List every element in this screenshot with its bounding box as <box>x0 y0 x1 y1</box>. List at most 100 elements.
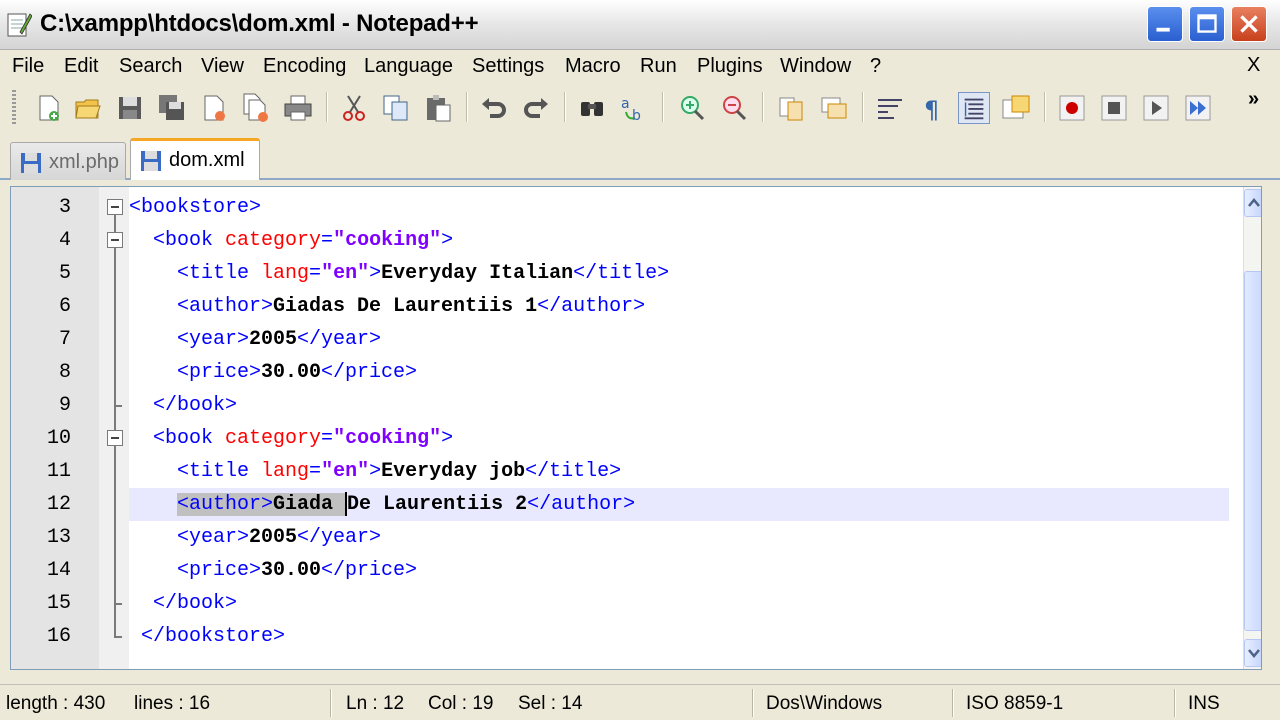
menu-window[interactable]: Window <box>780 55 851 78</box>
code-line[interactable]: <author>Giada De Laurentiis 2</author> <box>129 488 1229 521</box>
code-line[interactable]: <bookstore> <box>129 191 1229 224</box>
close-document-button[interactable]: X <box>1247 54 1260 77</box>
code-line[interactable]: <title lang="en">Everyday Italian</title… <box>129 257 1229 290</box>
word-wrap-icon[interactable] <box>874 92 906 124</box>
replace-icon[interactable]: ab <box>618 92 650 124</box>
code-token: </author> <box>527 493 636 516</box>
paste-icon[interactable] <box>422 92 454 124</box>
code-line[interactable]: </book> <box>129 587 1229 620</box>
close-all-icon[interactable] <box>240 92 272 124</box>
toolbar-separator <box>326 92 328 122</box>
open-file-icon[interactable] <box>72 92 104 124</box>
code-token: > <box>441 427 454 450</box>
new-file-icon[interactable] <box>32 92 64 124</box>
code-editor[interactable]: 3 4 5 6 7 8 9 10 11 12 13 14 15 16 <bookstore> <book … <box>10 186 1262 670</box>
code-token: = <box>309 460 322 483</box>
scroll-down-button[interactable] <box>1244 639 1261 667</box>
redo-icon[interactable] <box>520 92 552 124</box>
undo-icon[interactable] <box>478 92 510 124</box>
code-line[interactable]: <author>Giadas De Laurentiis 1</author> <box>129 290 1229 323</box>
code-line[interactable]: <year>2005</year> <box>129 323 1229 356</box>
fold-guide <box>114 636 122 638</box>
menu-macro[interactable]: Macro <box>565 55 621 78</box>
code-token: </year> <box>297 328 382 351</box>
save-all-icon[interactable] <box>156 92 188 124</box>
playback-icon[interactable] <box>1140 92 1172 124</box>
minimize-button[interactable] <box>1147 6 1183 42</box>
tab-xml-php[interactable]: xml.php <box>10 142 126 180</box>
tab-label: xml.php <box>49 151 120 173</box>
scroll-thumb[interactable] <box>1244 271 1261 631</box>
line-number-gutter: 3 4 5 6 7 8 9 10 11 12 13 14 15 16 <box>11 187 99 669</box>
code-area[interactable]: <bookstore> <book category="cooking"> <t… <box>129 187 1229 669</box>
status-lines: lines : 16 <box>134 693 211 714</box>
code-line[interactable]: <price>30.00</price> <box>129 356 1229 389</box>
vertical-scrollbar[interactable] <box>1243 187 1261 669</box>
code-line[interactable]: <year>2005</year> <box>129 521 1229 554</box>
save-icon[interactable] <box>114 92 146 124</box>
code-token: <price> <box>177 361 262 384</box>
chevron-up-icon <box>1248 198 1260 207</box>
copy-icon[interactable] <box>380 92 412 124</box>
menu-plugins[interactable]: Plugins <box>697 55 763 78</box>
menu-search[interactable]: Search <box>119 55 182 78</box>
line-number: 11 <box>46 460 71 483</box>
code-token: </title> <box>573 262 670 285</box>
cut-icon[interactable] <box>338 92 370 124</box>
code-line[interactable]: <book category="cooking"> <box>129 224 1229 257</box>
close-window-button[interactable] <box>1231 6 1267 42</box>
stop-recording-icon[interactable] <box>1098 92 1130 124</box>
menu-run[interactable]: Run <box>640 55 677 78</box>
code-token: <price> <box>177 559 262 582</box>
code-token: "en" <box>321 262 370 285</box>
code-token: = <box>321 229 334 252</box>
sync-vertical-scroll-icon[interactable] <box>776 92 808 124</box>
maximize-button[interactable] <box>1189 6 1225 42</box>
menu-language[interactable]: Language <box>364 55 453 78</box>
code-line[interactable]: <title lang="en">Everyday job</title> <box>129 455 1229 488</box>
code-token: 30.00 <box>261 559 322 582</box>
tab-dom-xml[interactable]: dom.xml <box>130 138 260 180</box>
find-icon[interactable] <box>576 92 608 124</box>
indent-guide-icon[interactable] <box>958 92 990 124</box>
start-recording-icon[interactable] <box>1056 92 1088 124</box>
user-defined-language-icon[interactable] <box>1000 92 1032 124</box>
line-number: 14 <box>46 559 71 582</box>
scroll-up-button[interactable] <box>1244 189 1261 217</box>
chevron-down-icon <box>1248 649 1260 658</box>
toolbar-overflow-button[interactable]: » <box>1248 88 1259 111</box>
code-line[interactable]: <price>30.00</price> <box>129 554 1229 587</box>
zoom-in-icon[interactable] <box>676 92 708 124</box>
menu-settings[interactable]: Settings <box>472 55 544 78</box>
toolbar-grip[interactable] <box>12 90 16 124</box>
show-all-characters-icon[interactable]: ¶ <box>916 92 948 124</box>
sync-horizontal-scroll-icon[interactable] <box>818 92 850 124</box>
menu-help[interactable]: ? <box>870 55 881 78</box>
code-line[interactable]: </bookstore> <box>129 620 1229 653</box>
code-token: > <box>369 460 382 483</box>
menu-view[interactable]: View <box>201 55 244 78</box>
fold-toggle-button[interactable] <box>107 232 123 248</box>
status-length: length : 430 <box>6 693 106 714</box>
close-file-icon[interactable] <box>198 92 230 124</box>
code-token: </book> <box>153 592 238 615</box>
menu-encoding[interactable]: Encoding <box>263 55 346 78</box>
title-bar[interactable]: C:\xampp\htdocs\dom.xml - Notepad++ <box>0 0 1280 50</box>
code-line[interactable]: </book> <box>129 389 1229 422</box>
code-token: Everyday Italian <box>381 262 574 285</box>
code-line[interactable]: <book category="cooking"> <box>129 422 1229 455</box>
line-number: 3 <box>58 196 71 219</box>
print-icon[interactable] <box>282 92 314 124</box>
fold-toggle-button[interactable] <box>107 199 123 215</box>
zoom-out-icon[interactable] <box>718 92 750 124</box>
code-token: Everyday job <box>381 460 526 483</box>
menu-edit[interactable]: Edit <box>64 55 98 78</box>
fold-toggle-button[interactable] <box>107 430 123 446</box>
menu-file[interactable]: File <box>12 55 44 78</box>
run-macro-multiple-times-icon[interactable] <box>1182 92 1214 124</box>
